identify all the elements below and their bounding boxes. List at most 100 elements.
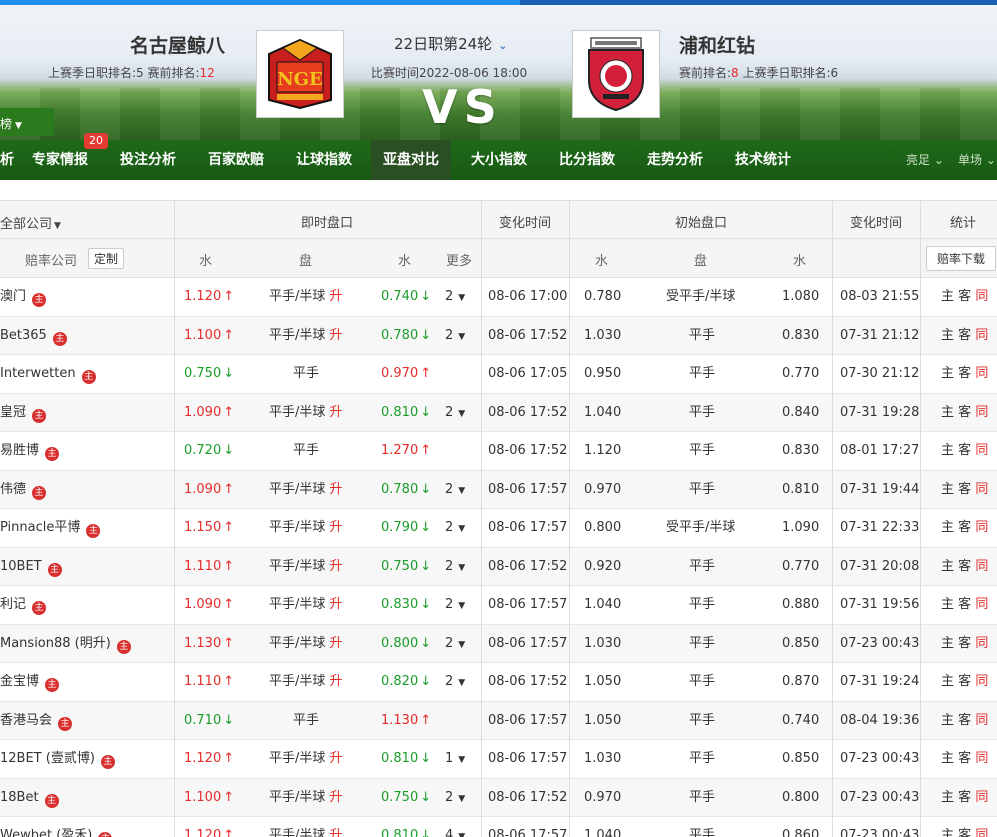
company-name[interactable]: 澳门主 xyxy=(0,278,47,316)
nav-item-betting[interactable]: 投注分析 xyxy=(120,140,176,180)
live-water-1[interactable]: 1.100 ↑ xyxy=(184,779,234,817)
company-name[interactable]: 皇冠主 xyxy=(0,394,47,432)
company-name[interactable]: Bet365 主 xyxy=(0,317,67,355)
league-round[interactable]: 22日职第24轮 ⌄ xyxy=(394,33,507,54)
nav-item-euro-odds[interactable]: 百家欧赔 xyxy=(208,140,264,180)
company-name[interactable]: 伟德主 xyxy=(0,471,47,509)
live-handicap[interactable]: 平手/半球升 xyxy=(269,586,342,624)
live-water-2[interactable]: 0.800 ↓ xyxy=(381,625,431,663)
more-dropdown[interactable]: 2 ▼ xyxy=(445,509,465,547)
live-handicap[interactable]: 平手/半球升 xyxy=(269,625,342,663)
live-handicap[interactable]: 平手/半球升 xyxy=(269,548,342,586)
stat-same-link[interactable]: 同 xyxy=(975,443,988,458)
company-name[interactable]: 香港马会主 xyxy=(0,702,73,740)
live-handicap[interactable]: 平手 xyxy=(293,432,319,470)
stat-same-link[interactable]: 同 xyxy=(975,520,988,535)
stat-away-link[interactable]: 客 xyxy=(958,443,971,458)
company-name[interactable]: 10BET 主 xyxy=(0,548,62,586)
live-water-2[interactable]: 0.810 ↓ xyxy=(381,740,431,778)
live-water-1[interactable]: 1.150 ↑ xyxy=(184,509,234,547)
live-handicap[interactable]: 平手/半球升 xyxy=(269,471,342,509)
stat-away-link[interactable]: 客 xyxy=(958,751,971,766)
company-filter[interactable]: 全部公司 ▼ xyxy=(0,213,61,232)
more-dropdown[interactable]: 2 ▼ xyxy=(445,278,465,316)
live-water-2[interactable]: 0.810 ↓ xyxy=(381,817,431,837)
live-water-2[interactable]: 0.740 ↓ xyxy=(381,278,431,316)
stat-same-link[interactable]: 同 xyxy=(975,751,988,766)
stat-away-link[interactable]: 客 xyxy=(958,636,971,651)
live-water-1[interactable]: 1.110 ↑ xyxy=(184,663,234,701)
home-team-name[interactable]: 名古屋鲸八 xyxy=(130,31,225,58)
nav-item-analysis[interactable]: 析 xyxy=(0,140,14,180)
stat-home-link[interactable]: 主 xyxy=(941,443,954,458)
stat-away-link[interactable]: 客 xyxy=(958,597,971,612)
stat-same-link[interactable]: 同 xyxy=(975,366,988,381)
company-name[interactable]: Interwetten 主 xyxy=(0,355,96,393)
nav-item-trend[interactable]: 走势分析 xyxy=(647,140,703,180)
company-name[interactable]: Wewbet (盈禾) 主 xyxy=(0,817,113,837)
company-name[interactable]: Mansion88 (明升) 主 xyxy=(0,625,131,663)
more-dropdown[interactable]: 2 ▼ xyxy=(445,394,465,432)
stat-home-link[interactable]: 主 xyxy=(941,790,954,805)
stat-same-link[interactable]: 同 xyxy=(975,790,988,805)
more-dropdown[interactable]: 2 ▼ xyxy=(445,548,465,586)
stat-home-link[interactable]: 主 xyxy=(941,751,954,766)
live-handicap[interactable]: 平手/半球升 xyxy=(269,779,342,817)
nav-item-asian-compare[interactable]: 亚盘对比 xyxy=(371,140,451,180)
chevron-down-icon[interactable]: ⌄ xyxy=(498,39,507,52)
stat-home-link[interactable]: 主 xyxy=(941,674,954,689)
ranking-dropdown[interactable]: 榜 ▼ xyxy=(0,108,54,136)
live-handicap[interactable]: 平手/半球升 xyxy=(269,509,342,547)
stat-away-link[interactable]: 客 xyxy=(958,482,971,497)
live-handicap[interactable]: 平手/半球升 xyxy=(269,278,342,316)
live-water-1[interactable]: 0.750 ↓ xyxy=(184,355,234,393)
live-water-2[interactable]: 0.750 ↓ xyxy=(381,548,431,586)
more-dropdown[interactable]: 2 ▼ xyxy=(445,625,465,663)
stat-home-link[interactable]: 主 xyxy=(941,597,954,612)
live-water-1[interactable]: 1.090 ↑ xyxy=(184,471,234,509)
company-name[interactable]: 18Bet 主 xyxy=(0,779,59,817)
stat-same-link[interactable]: 同 xyxy=(975,328,988,343)
stat-same-link[interactable]: 同 xyxy=(975,828,988,837)
live-handicap[interactable]: 平手/半球升 xyxy=(269,317,342,355)
home-team-logo[interactable]: NGE xyxy=(256,30,344,118)
stat-same-link[interactable]: 同 xyxy=(975,289,988,304)
nav-item-over-under[interactable]: 大小指数 xyxy=(471,140,527,180)
stat-away-link[interactable]: 客 xyxy=(958,674,971,689)
stat-away-link[interactable]: 客 xyxy=(958,405,971,420)
stat-away-link[interactable]: 客 xyxy=(958,520,971,535)
nav-item-handicap[interactable]: 让球指数 xyxy=(296,140,352,180)
stat-home-link[interactable]: 主 xyxy=(941,328,954,343)
custom-button[interactable]: 定制 xyxy=(88,248,125,269)
live-water-2[interactable]: 0.780 ↓ xyxy=(381,317,431,355)
away-team-logo[interactable] xyxy=(572,30,660,118)
company-name[interactable]: Pinnacle平博主 xyxy=(0,509,101,547)
live-water-2[interactable]: 1.130 ↑ xyxy=(381,702,431,740)
stat-away-link[interactable]: 客 xyxy=(958,366,971,381)
more-dropdown[interactable]: 2 ▼ xyxy=(445,663,465,701)
live-water-1[interactable]: 1.090 ↑ xyxy=(184,394,234,432)
live-water-1[interactable]: 1.110 ↑ xyxy=(184,548,234,586)
stat-home-link[interactable]: 主 xyxy=(941,366,954,381)
odds-download-button[interactable]: 赔率下载 xyxy=(926,246,997,271)
live-water-2[interactable]: 0.780 ↓ xyxy=(381,471,431,509)
company-name[interactable]: 金宝博主 xyxy=(0,663,60,701)
stat-same-link[interactable]: 同 xyxy=(975,636,988,651)
stat-away-link[interactable]: 客 xyxy=(958,713,971,728)
live-water-1[interactable]: 1.120 ↑ xyxy=(184,278,234,316)
stat-same-link[interactable]: 同 xyxy=(975,482,988,497)
more-dropdown[interactable]: 4 ▼ xyxy=(445,817,465,837)
stat-home-link[interactable]: 主 xyxy=(941,559,954,574)
company-name[interactable]: 利记主 xyxy=(0,586,47,624)
stat-away-link[interactable]: 客 xyxy=(958,828,971,837)
live-water-1[interactable]: 1.120 ↑ xyxy=(184,740,234,778)
more-dropdown[interactable]: 2 ▼ xyxy=(445,471,465,509)
stat-away-link[interactable]: 客 xyxy=(958,328,971,343)
live-water-1[interactable]: 1.090 ↑ xyxy=(184,586,234,624)
live-water-1[interactable]: 1.120 ↑ xyxy=(184,817,234,837)
more-dropdown[interactable]: 2 ▼ xyxy=(445,779,465,817)
nav-right-liangzu[interactable]: 亮足 ⌄ xyxy=(906,140,944,180)
stat-home-link[interactable]: 主 xyxy=(941,828,954,837)
stat-same-link[interactable]: 同 xyxy=(975,559,988,574)
more-dropdown[interactable]: 2 ▼ xyxy=(445,586,465,624)
